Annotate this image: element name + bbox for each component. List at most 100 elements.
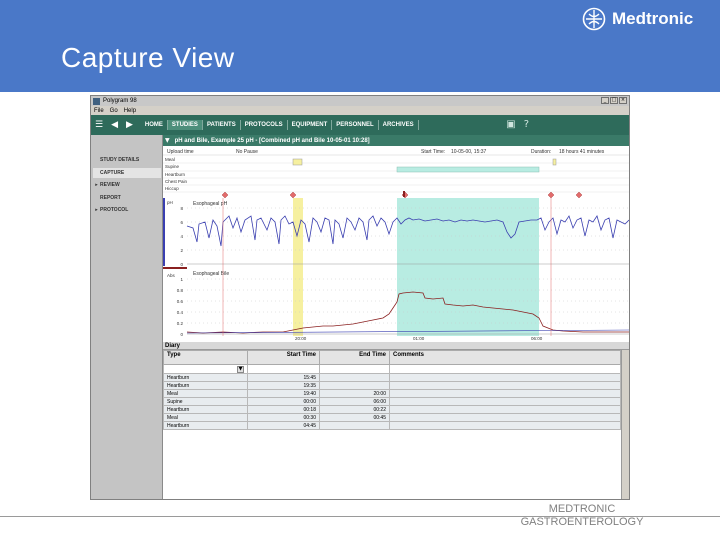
table-row[interactable]: Supine 00:00 06:00 (163, 397, 621, 406)
start-time-label: Start Time: (421, 149, 445, 155)
table-row[interactable]: Heartburn 15:45 (163, 373, 621, 382)
cell-comments (389, 381, 621, 390)
menu-help[interactable]: Help (124, 108, 136, 114)
diary-panel: Diary Type Start Time End Time Comments … (163, 342, 629, 499)
list-icon[interactable]: ☰ (95, 120, 103, 130)
table-row[interactable]: Heartburn 19:35 (163, 381, 621, 390)
meal-event-marker[interactable] (552, 158, 557, 166)
column-header-end-time[interactable]: End Time (319, 350, 390, 365)
event-rows: Meal Supine Heartburn Chest Pain Hiccup (163, 157, 629, 193)
brand-name: Medtronic (612, 9, 694, 28)
collapse-caret-icon[interactable]: ▼ (165, 137, 170, 144)
sidebar-item-report[interactable]: REPORT (93, 193, 161, 203)
ph-unit-label: pH (167, 200, 173, 205)
column-header-type[interactable]: Type (163, 350, 248, 365)
cell-end-time: 06:00 (319, 397, 390, 406)
tab-studies[interactable]: STUDIES (167, 120, 203, 130)
cell-start-time: 00:00 (247, 397, 320, 406)
sidebar-item-label: STUDY DETAILS (100, 157, 140, 163)
cell-end-time: 20:00 (319, 389, 390, 398)
tab-patients[interactable]: PATIENTS (203, 120, 241, 130)
sidebar-item-label: PROTOCOL (100, 207, 129, 213)
column-header-comments[interactable]: Comments (389, 350, 621, 365)
diary-scrollbar[interactable] (621, 350, 629, 499)
meal-band (293, 198, 303, 336)
ph-tick-label: 4 (180, 234, 183, 239)
cell-type: Heartburn (163, 373, 248, 382)
event-label-hiccup: Hiccup (165, 186, 179, 191)
tracing-chart[interactable]: Upload time No Pause Start Time: 10-05-0… (163, 146, 629, 342)
type-filter-dropdown[interactable]: ▼ (163, 364, 248, 374)
event-tick-marker (403, 191, 405, 197)
cell-start-time: 04:45 (247, 421, 320, 430)
heartburn-diamond-marker[interactable] (289, 191, 297, 199)
nav-toolbar: ☰ ◀ ▶ HOME STUDIES PATIENTS PROTOCOLS EQ… (91, 115, 629, 135)
toolbox-icon[interactable]: ▣ (506, 119, 515, 130)
heartburn-diamond-marker[interactable] (575, 191, 583, 199)
time-tick-label: 20:00 (295, 336, 307, 341)
table-row[interactable]: Meal 19:40 20:00 (163, 389, 621, 398)
minimize-button[interactable]: _ (601, 97, 609, 104)
ph-tick-label: 6 (180, 220, 183, 225)
sidebar-item-protocol[interactable]: ▸ PROTOCOL (93, 205, 161, 215)
ph-channel-strip (163, 198, 165, 266)
table-row[interactable]: Heartburn 04:45 (163, 421, 621, 430)
chevron-down-icon[interactable]: ▼ (237, 365, 244, 373)
sidebar-item-review[interactable]: ▸ REVIEW (93, 180, 161, 190)
cell-end-time (319, 373, 390, 382)
time-axis: 20:00 01:00 06:00 (295, 336, 543, 341)
filter-row: ▼ (163, 364, 621, 374)
tab-home[interactable]: HOME (141, 120, 168, 130)
forward-arrow-icon[interactable]: ▶ (126, 120, 133, 130)
diary-table: Type Start Time End Time Comments ▼ Hear… (163, 350, 621, 430)
tab-archives[interactable]: ARCHIVES (379, 120, 419, 130)
bile-tick-label: 0.2 (177, 321, 184, 326)
window-title: Polygram 98 (103, 98, 137, 104)
cell-end-time (319, 381, 390, 390)
tab-personnel[interactable]: PERSONNEL (332, 120, 379, 130)
heartburn-diamond-marker[interactable] (221, 191, 229, 199)
menu-go[interactable]: Go (110, 108, 118, 114)
tab-equipment[interactable]: EQUIPMENT (288, 120, 333, 130)
medtronic-logo-icon (582, 7, 606, 31)
sidebar-caret: ▸ (95, 182, 98, 188)
supine-event-marker[interactable] (396, 166, 540, 173)
table-row[interactable]: Heartburn 00:18 00:22 (163, 405, 621, 414)
sidebar-item-label: REVIEW (100, 182, 120, 188)
footer-line-1: MEDTRONIC (548, 503, 616, 515)
footer-brand: MEDTRONIC GASTROENTEROLOGY (500, 503, 664, 529)
bile-unit-label: Abs (167, 273, 176, 278)
footer-line-2: GASTROENTEROLOGY (520, 516, 644, 528)
bile-tick-label: 0.4 (177, 310, 184, 315)
bile-tick-label: 0.8 (177, 288, 184, 293)
meal-event-marker[interactable] (292, 158, 303, 166)
cell-comments (389, 405, 621, 414)
tracing-svg[interactable]: Upload time No Pause Start Time: 10-05-0… (163, 146, 629, 342)
back-arrow-icon[interactable]: ◀ (111, 120, 118, 130)
column-header-start-time[interactable]: Start Time (247, 350, 320, 365)
ph-tick-label: 2 (180, 248, 183, 253)
cell-type: Heartburn (163, 405, 248, 414)
ph-channel-label: Esophageal pH (193, 201, 228, 207)
bile-tick-label: 1 (180, 277, 183, 282)
supine-band (397, 198, 539, 336)
sidebar-item-label: CAPTURE (100, 170, 125, 176)
table-row[interactable]: Meal 00:30 00:45 (163, 413, 621, 422)
bile-tick-label: 0 (180, 332, 183, 337)
heartburn-diamond-marker[interactable] (547, 191, 555, 199)
maximize-button[interactable]: □ (610, 97, 618, 104)
sidebar-item-study-details[interactable]: STUDY DETAILS (93, 155, 161, 165)
menu-file[interactable]: File (94, 108, 104, 114)
sidebar-item-capture[interactable]: CAPTURE (93, 168, 161, 178)
bile-channel-strip (163, 267, 187, 269)
tab-protocols[interactable]: PROTOCOLS (241, 120, 288, 130)
help-icon[interactable]: ? (524, 119, 529, 130)
study-bar: ▼ pH and Bile, Example 25 pH - [Combined… (163, 135, 629, 146)
cell-start-time: 19:40 (247, 389, 320, 398)
sidebar-item-label: REPORT (100, 195, 121, 201)
cell-start-time: 00:30 (247, 413, 320, 422)
bile-channel-label: Esophageal Bile (193, 271, 229, 277)
window-titlebar[interactable]: Polygram 98 _ □ × (91, 96, 629, 106)
event-label-meal: Meal (165, 157, 175, 162)
close-button[interactable]: × (619, 97, 627, 104)
